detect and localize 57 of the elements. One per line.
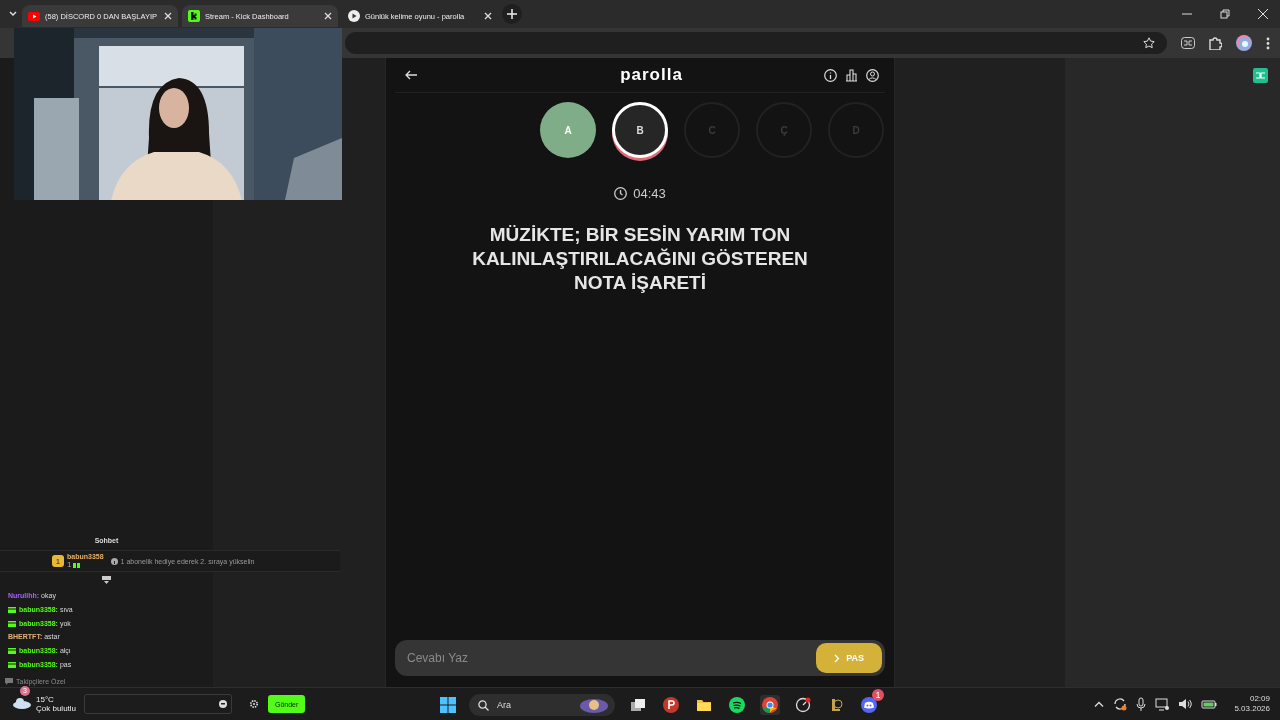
settings-icon[interactable] xyxy=(250,700,258,708)
extension-icon[interactable] xyxy=(1181,37,1195,49)
scroll-down-icon[interactable] xyxy=(102,576,111,584)
info-icon xyxy=(110,557,118,565)
timer-text: 04:43 xyxy=(633,186,666,201)
cloud-icon xyxy=(12,697,32,709)
profile-icon[interactable] xyxy=(866,68,879,82)
emoji-icon[interactable] xyxy=(219,700,227,708)
battery-icon[interactable] xyxy=(1201,699,1218,709)
back-arrow-icon[interactable] xyxy=(405,70,417,80)
profile-avatar-icon[interactable] xyxy=(1236,35,1252,51)
close-icon[interactable] xyxy=(1258,9,1268,19)
p-logo-icon[interactable] xyxy=(663,697,679,713)
windows-start-icon[interactable] xyxy=(440,697,456,713)
chat-bubble-icon xyxy=(5,678,13,685)
puzzle-icon[interactable] xyxy=(1209,36,1222,50)
close-icon[interactable] xyxy=(324,12,332,20)
weather-temperature: 15°C xyxy=(36,695,55,704)
search-highlight-icon xyxy=(579,697,609,713)
chevron-up-icon[interactable] xyxy=(1094,701,1105,707)
search-icon xyxy=(478,699,489,711)
discord-icon[interactable] xyxy=(861,697,877,713)
microphone-icon[interactable] xyxy=(1136,697,1147,711)
letter-circle: B xyxy=(612,102,668,158)
info-icon[interactable] xyxy=(824,68,837,82)
new-tab-icon[interactable] xyxy=(502,4,522,24)
volume-icon[interactable] xyxy=(1178,698,1193,710)
favicon-icon xyxy=(348,10,360,22)
search-field[interactable]: Ara xyxy=(469,694,615,716)
star-icon[interactable] xyxy=(1143,37,1155,49)
clock-time: 02:09 xyxy=(1249,694,1270,704)
letter-circle: A xyxy=(540,102,596,158)
favicon-icon xyxy=(188,10,200,22)
weather-description: Çok bulutlu xyxy=(36,704,77,713)
folder-icon[interactable] xyxy=(696,697,712,713)
spotify-icon[interactable] xyxy=(729,697,745,713)
gift-count: 1 xyxy=(67,560,72,569)
tab-search-icon[interactable] xyxy=(8,9,18,19)
more-menu-icon[interactable] xyxy=(1266,36,1270,50)
task-view-icon[interactable] xyxy=(630,697,646,713)
restore-icon[interactable] xyxy=(1220,9,1230,19)
chrome-icon[interactable] xyxy=(762,697,778,713)
chevron-icon xyxy=(834,653,841,663)
clock-date: 5.03.2026 xyxy=(1234,704,1270,714)
gift-icon xyxy=(73,561,81,568)
close-icon[interactable] xyxy=(164,12,172,20)
network-icon[interactable] xyxy=(1155,697,1170,711)
notification-badge: 1 xyxy=(872,689,884,701)
favicon-icon xyxy=(28,10,40,22)
clock-icon xyxy=(614,187,628,200)
gauge-icon[interactable] xyxy=(795,697,811,713)
bar-chart-icon[interactable] xyxy=(845,68,858,82)
sync-icon[interactable] xyxy=(1113,697,1128,711)
question-text: MÜZİKTE; BİR SESİN YARIM TON KALINLAŞTIRILACAĞINI GÖSTEREN NOTA İŞARETİ xyxy=(471,223,809,295)
game-title: parolla xyxy=(620,65,683,85)
chat-input[interactable] xyxy=(84,694,232,714)
close-icon[interactable] xyxy=(484,12,492,20)
